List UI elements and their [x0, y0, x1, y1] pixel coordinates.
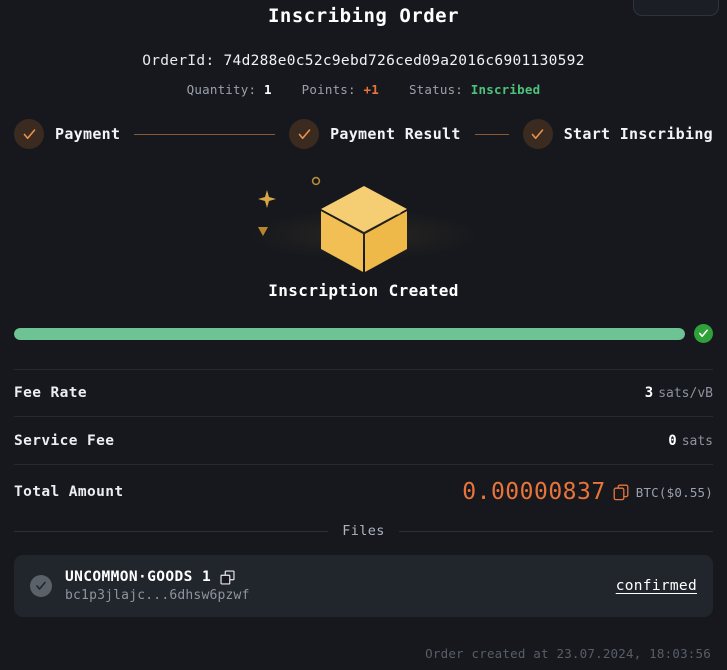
copy-icon[interactable] — [220, 569, 235, 585]
step-start-inscribing-label: Start Inscribing — [563, 125, 713, 143]
step-payment-result-circle — [289, 119, 320, 149]
file-name: UNCOMMON·GOODS 1 — [65, 569, 212, 585]
cube-icon — [320, 186, 407, 272]
step-start-inscribing[interactable]: Start Inscribing — [522, 119, 713, 149]
meta-status-label: Status: — [408, 82, 464, 97]
step-connector-1 — [134, 133, 276, 135]
inscription-graphic — [0, 167, 727, 279]
fee-rate-value: 3 sats/vB — [645, 385, 713, 401]
step-payment-result[interactable]: Payment Result — [289, 119, 461, 149]
files-section-label: Files — [342, 523, 385, 539]
step-connector-2 — [474, 133, 509, 135]
service-fee-number: 0 — [668, 432, 677, 449]
service-fee-value: 0 sats — [668, 433, 713, 449]
file-confirmation-status[interactable]: confirmed — [616, 578, 697, 594]
file-text-block: UNCOMMON·GOODS 1 bc1p3jlajc...6dhsw6pzwf — [65, 569, 603, 603]
file-status-check-icon — [30, 575, 52, 597]
progress-bar — [14, 327, 685, 340]
meta-quantity-value: 1 — [263, 82, 272, 97]
progress-bar-fill — [14, 327, 685, 340]
file-list-item[interactable]: UNCOMMON·GOODS 1 bc1p3jlajc...6dhsw6pzwf… — [14, 555, 713, 617]
check-icon — [36, 581, 46, 590]
status-badge: Inscribed — [470, 82, 541, 97]
file-name-line: UNCOMMON·GOODS 1 — [65, 569, 603, 585]
order-created-timestamp: Order created at 23.07.2024, 18:03:56 — [425, 646, 711, 661]
order-id-value[interactable]: 74d288e0c52c9ebd726ced09a2016c6901130592 — [224, 53, 585, 69]
page-title: Inscribing Order — [267, 5, 460, 27]
files-divider: Files — [0, 523, 727, 539]
top-right-pill[interactable] — [633, 0, 719, 16]
order-id: OrderId: 74d288e0c52c9ebd726ced09a2016c6… — [0, 53, 727, 69]
meta-status: Status: Inscribed — [409, 82, 540, 97]
progress-row — [0, 324, 727, 343]
star-sparkle-icon — [257, 190, 276, 208]
meta-quantity: Quantity: 1 — [187, 82, 272, 97]
fee-summary: Fee Rate 3 sats/vB Service Fee 0 sats To… — [0, 369, 727, 519]
fee-rate-number: 3 — [644, 385, 654, 401]
meta-points-value: +1 — [363, 82, 379, 97]
order-meta-row: Quantity: 1 Points: +1 Status: Inscribed — [0, 82, 727, 97]
meta-points: Points: +1 — [302, 82, 379, 97]
fee-rate-label: Fee Rate — [14, 385, 88, 401]
file-address[interactable]: bc1p3jlajc...6dhsw6pzwf — [65, 588, 603, 603]
step-start-inscribing-circle — [522, 119, 553, 149]
step-payment-result-label: Payment Result — [330, 125, 461, 143]
check-icon — [699, 329, 708, 338]
inscribing-order-page: Inscribing Order OrderId: 74d288e0c52c9e… — [0, 0, 727, 670]
meta-points-label: Points: — [301, 82, 356, 97]
total-amount-number: 0.00000837 — [462, 479, 606, 505]
progress-complete-icon — [694, 324, 713, 343]
service-fee-unit: sats — [681, 433, 713, 449]
fee-row-total-amount: Total Amount 0.00000837 BTC($0.55) — [14, 465, 713, 519]
divider-rule-left — [14, 530, 329, 532]
total-amount-unit: BTC($0.55) — [635, 484, 713, 500]
step-payment-circle — [14, 119, 44, 149]
triangle-sparkle-icon — [257, 227, 268, 236]
copy-icon[interactable] — [613, 484, 629, 501]
fee-rate-unit: sats/vB — [658, 386, 713, 401]
check-icon — [298, 128, 310, 139]
check-icon — [531, 128, 544, 139]
total-amount-label: Total Amount — [14, 484, 124, 500]
order-id-label: OrderId: — [142, 53, 215, 69]
total-amount-value: 0.00000837 BTC($0.55) — [462, 479, 713, 505]
divider-rule-right — [398, 530, 714, 532]
stepper: Payment Payment Result Start Inscribing — [0, 119, 727, 149]
service-fee-label: Service Fee — [14, 432, 115, 449]
step-payment-label: Payment — [55, 125, 121, 143]
fee-row-service-fee: Service Fee 0 sats — [14, 417, 713, 465]
check-icon — [23, 128, 35, 139]
fee-row-fee-rate: Fee Rate 3 sats/vB — [14, 369, 713, 417]
inscription-status-caption: Inscription Created — [268, 281, 459, 300]
meta-quantity-label: Quantity: — [186, 82, 257, 97]
step-payment[interactable]: Payment — [14, 119, 120, 149]
